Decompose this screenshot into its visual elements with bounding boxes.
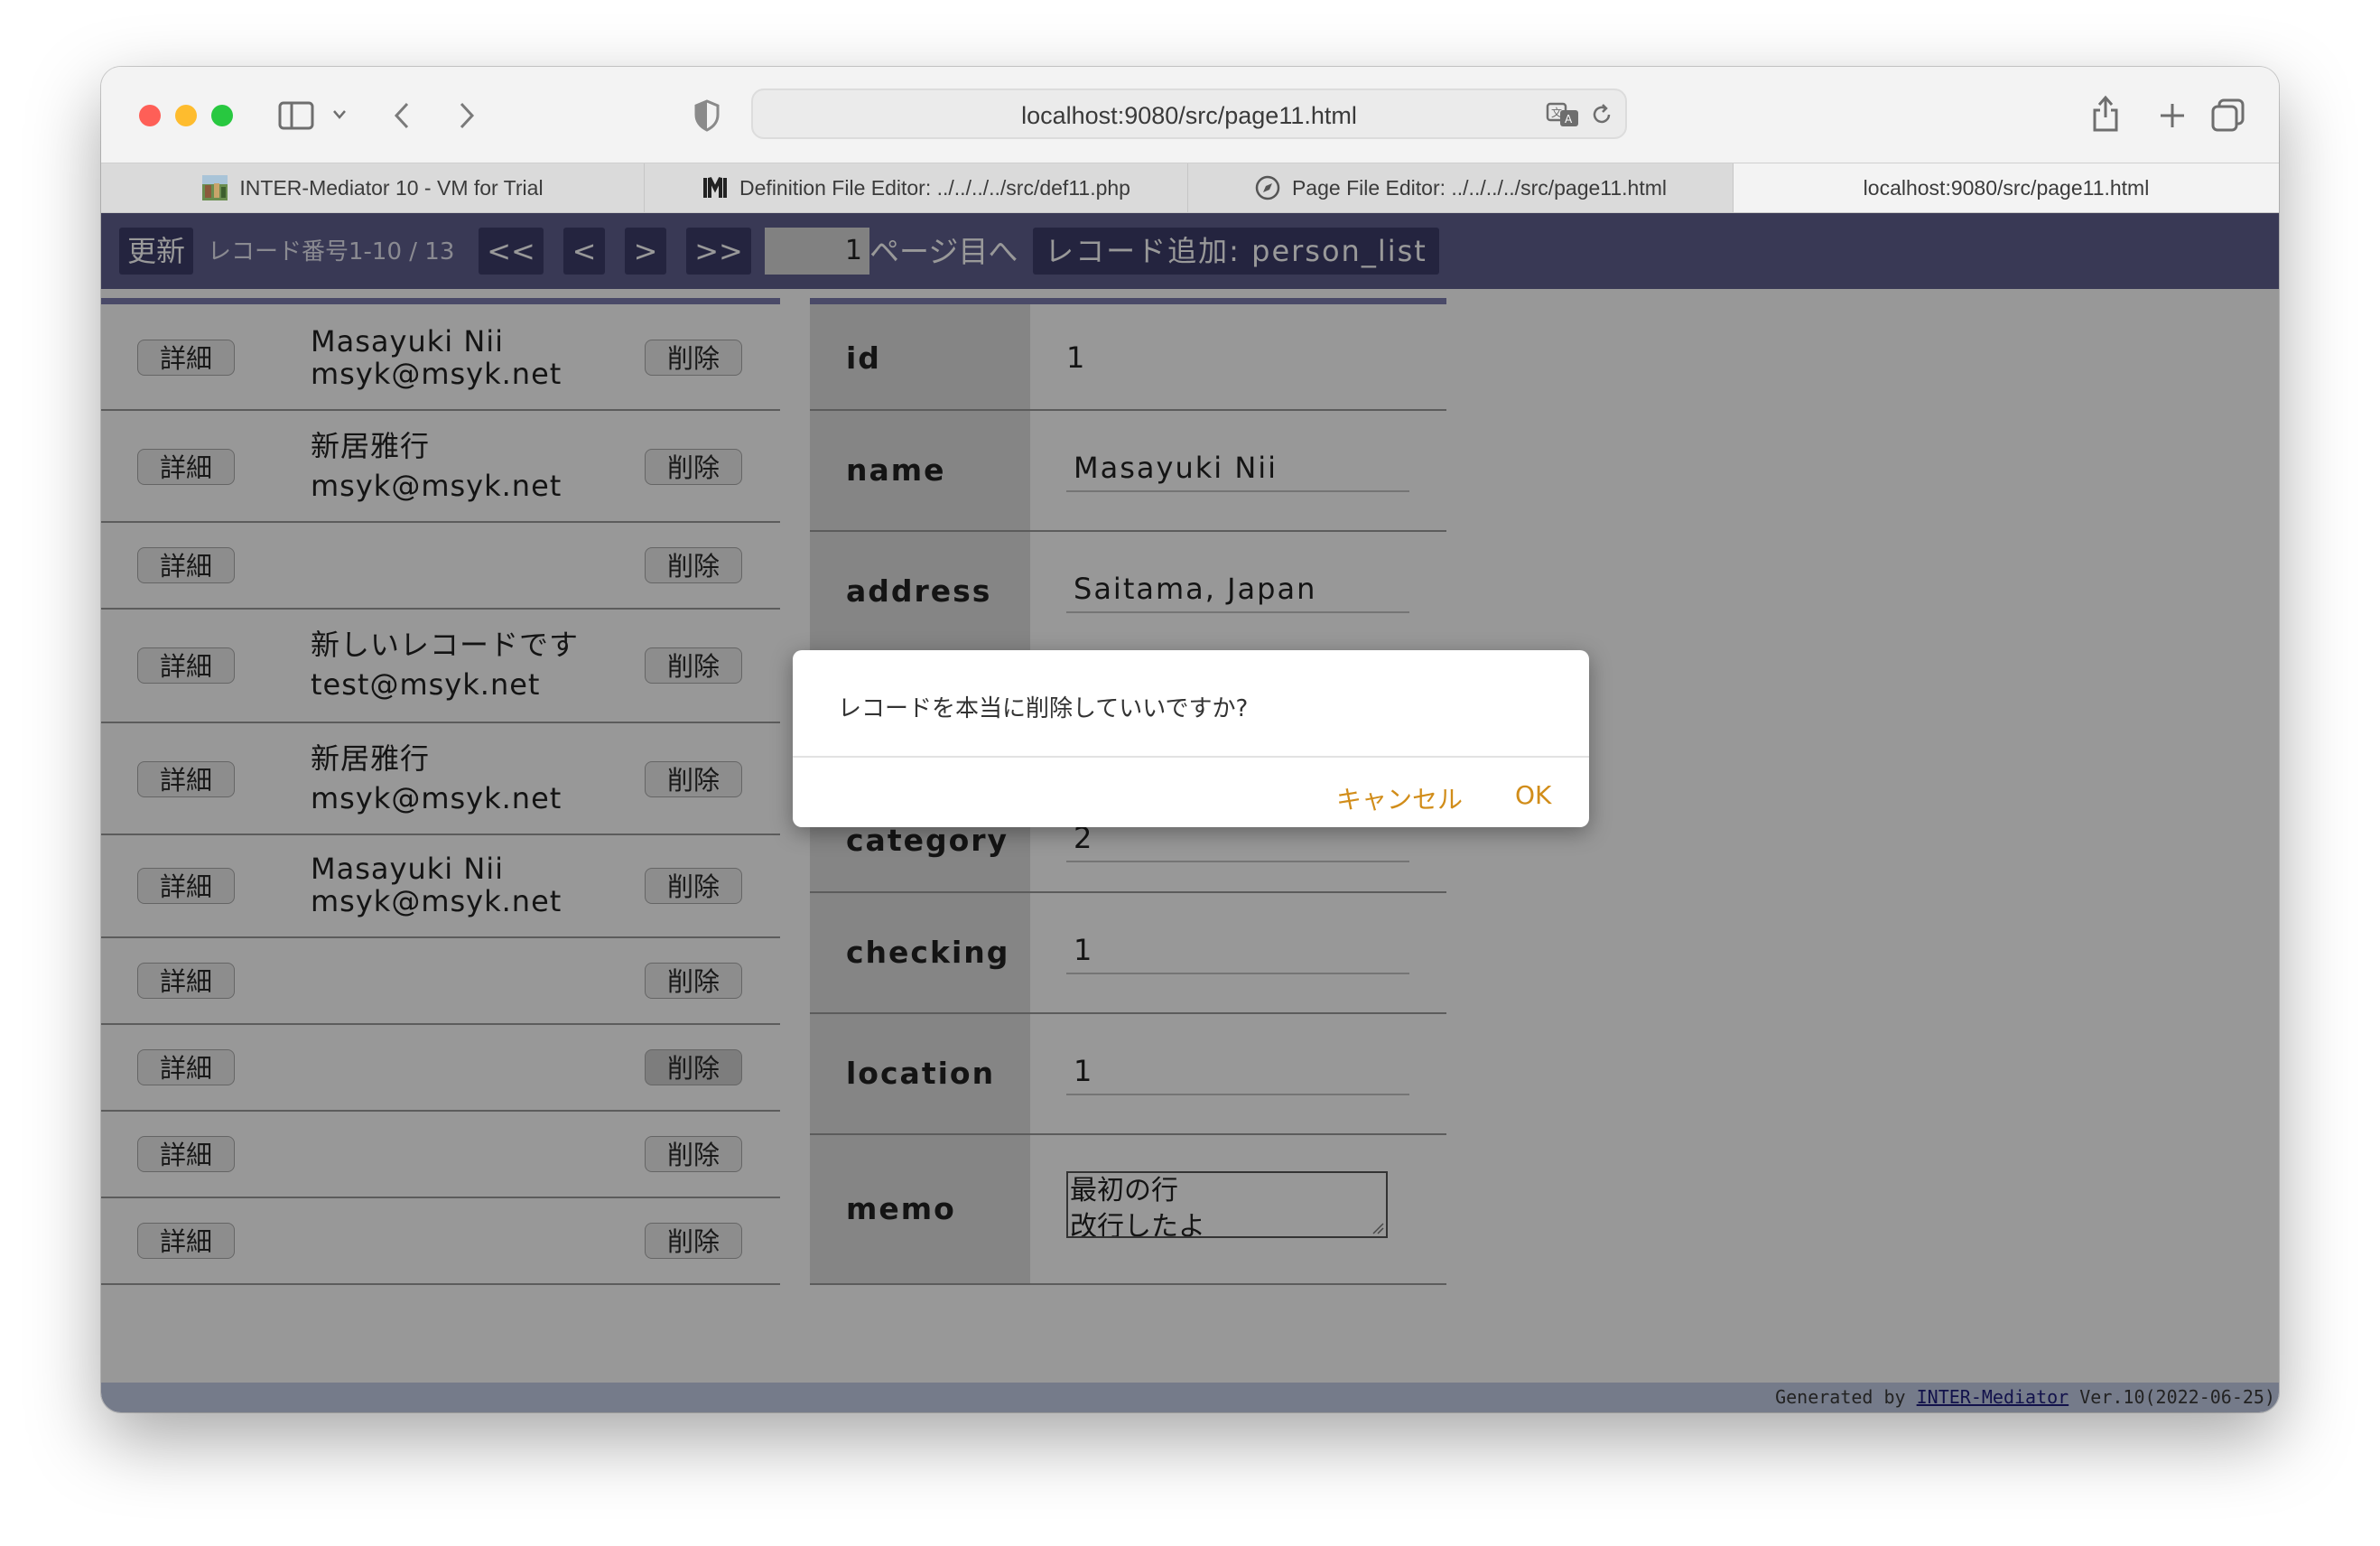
cancel-button[interactable]: キャンセル [1336, 780, 1463, 816]
browser-window: localhost:9080/src/page11.html 文 A INTER… [101, 67, 2279, 1412]
zoom-window-button[interactable] [211, 105, 233, 126]
photo-favicon-icon [202, 175, 228, 200]
svg-text:A: A [1565, 113, 1573, 126]
ok-button[interactable]: OK [1515, 780, 1551, 810]
compass-favicon-icon [1255, 175, 1280, 200]
tab-overview-icon[interactable] [2210, 98, 2246, 134]
im-logo-favicon-icon [703, 177, 728, 198]
tab-label: localhost:9080/src/page11.html [1863, 175, 2150, 200]
page-content: 更新 レコード番号1-10 / 13 << < > >> 1 ページ目へ レコー… [101, 213, 2279, 1412]
svg-text:文: 文 [1551, 106, 1562, 119]
privacy-shield-icon[interactable] [693, 99, 721, 132]
translate-icon[interactable]: 文 A [1546, 101, 1580, 128]
reload-icon[interactable] [1589, 102, 1614, 127]
url-text: localhost:9080/src/page11.html [1021, 102, 1357, 129]
dialog-message: レコードを本当に削除していいですか? [838, 695, 1249, 722]
tab-page-file-editor[interactable]: Page File Editor: ../../../../src/page11… [1188, 163, 1734, 212]
forward-arrow-icon[interactable] [457, 101, 477, 130]
tab-localhost-page11[interactable]: localhost:9080/src/page11.html [1734, 163, 2279, 212]
confirm-delete-dialog: レコードを本当に削除していいですか? キャンセル OK [793, 650, 1589, 827]
new-tab-plus-icon[interactable] [2158, 101, 2187, 130]
tab-definition-file-editor[interactable]: Definition File Editor: ../../../../src/… [645, 163, 1188, 212]
share-icon[interactable] [2091, 94, 2120, 134]
tab-label: Definition File Editor: ../../../../src/… [739, 175, 1130, 200]
back-arrow-icon[interactable] [392, 101, 412, 130]
chevron-down-icon[interactable] [332, 108, 347, 121]
tab-inter-mediator-vm[interactable]: INTER-Mediator 10 - VM for Trial [101, 163, 645, 212]
address-bar[interactable]: localhost:9080/src/page11.html 文 A [751, 88, 1627, 139]
tab-label: Page File Editor: ../../../../src/page11… [1291, 175, 1668, 200]
close-window-button[interactable] [139, 105, 161, 126]
dialog-divider [793, 756, 1589, 758]
sidebar-toggle-icon[interactable] [278, 101, 314, 130]
tab-bar: INTER-Mediator 10 - VM for Trial Definit… [101, 163, 2279, 213]
browser-toolbar: localhost:9080/src/page11.html 文 A [101, 67, 2279, 163]
minimize-window-button[interactable] [175, 105, 197, 126]
tab-label: INTER-Mediator 10 - VM for Trial [239, 175, 544, 200]
